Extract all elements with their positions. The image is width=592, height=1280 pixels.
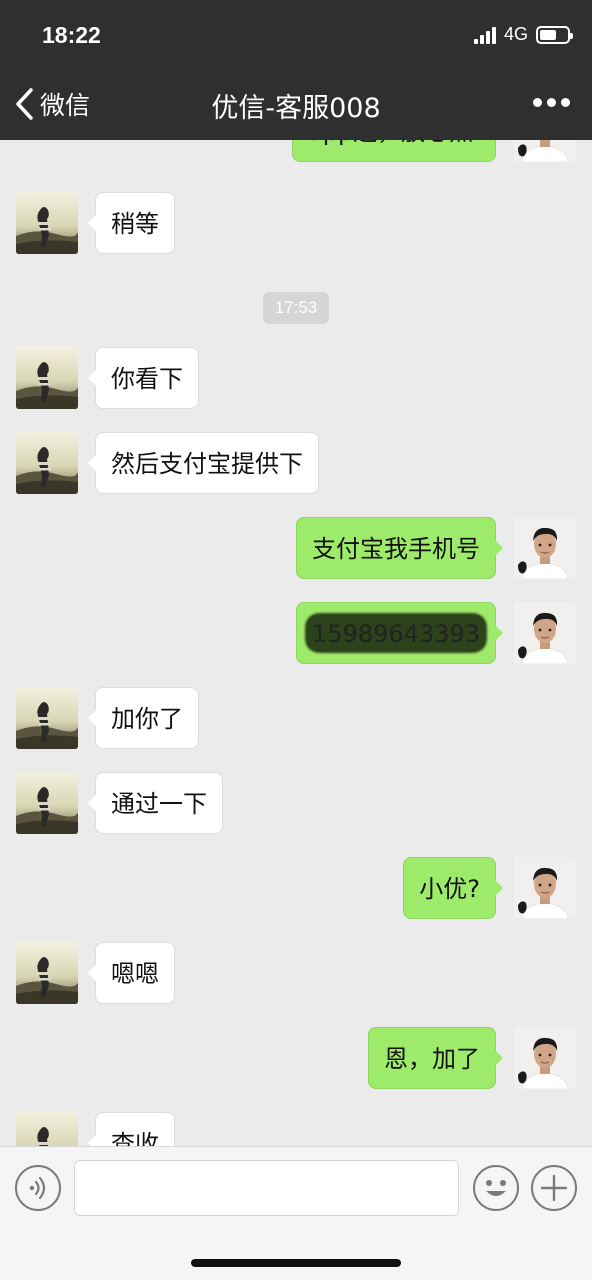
message-bubble-sent[interactable]: app连，放心点 (292, 140, 496, 162)
message-timestamp: 17:53 (263, 292, 329, 324)
person-avatar-icon (514, 1027, 576, 1089)
message-bubble-received[interactable]: 通过一下 (88, 772, 223, 834)
battery-icon (536, 25, 573, 44)
message-bubble-received[interactable]: 加你了 (88, 687, 199, 749)
message-input[interactable] (74, 1160, 459, 1216)
emoji-button[interactable] (473, 1165, 519, 1211)
redacted-phone-number: 15989643393 (312, 620, 480, 648)
status-bar: 18:22 4G (0, 0, 592, 68)
contact-avatar[interactable] (16, 192, 78, 254)
message-row: 嗯嗯 (0, 942, 592, 1004)
nav-bar: 微信 优信-客服008 (0, 68, 592, 140)
input-bar (0, 1146, 592, 1280)
dot-icon (547, 98, 556, 107)
message-bubble-sent[interactable]: 小优? (403, 857, 503, 919)
contact-avatar[interactable] (16, 687, 78, 749)
message-row: 恩，加了 (0, 1027, 592, 1089)
message-bubble-sent-redacted[interactable]: 15989643393 (296, 602, 503, 664)
landscape-avatar-icon (16, 347, 78, 409)
my-avatar[interactable] (514, 517, 576, 579)
status-time: 18:22 (42, 22, 101, 48)
my-avatar[interactable] (514, 602, 576, 664)
contact-avatar[interactable] (16, 942, 78, 1004)
message-row: app连，放心点 (0, 140, 592, 170)
chat-message-list[interactable]: app连，放心点 稍等 17:53 你看下 然后支付宝提供下 支付宝我手机号 1… (0, 140, 592, 1146)
status-indicators: 4G (473, 24, 573, 45)
signal-icon (473, 26, 498, 44)
message-row: 稍等 (0, 192, 592, 254)
contact-avatar[interactable] (16, 772, 78, 834)
message-row: 然后支付宝提供下 (0, 432, 592, 494)
message-row: 15989643393 (0, 602, 592, 664)
landscape-avatar-icon (16, 192, 78, 254)
landscape-avatar-icon (16, 1112, 78, 1146)
my-avatar[interactable] (514, 140, 576, 162)
message-bubble-received[interactable]: 嗯嗯 (88, 942, 175, 1004)
message-row: 你看下 (0, 347, 592, 409)
emoji-icon (486, 1180, 506, 1196)
contact-avatar[interactable] (16, 1112, 78, 1146)
more-options-button[interactable] (528, 98, 570, 107)
message-bubble-sent[interactable]: 恩，加了 (368, 1027, 503, 1089)
message-bubble-received[interactable]: 稍等 (88, 192, 175, 254)
battery-level (540, 29, 556, 40)
message-row: 支付宝我手机号 (0, 517, 592, 579)
landscape-avatar-icon (16, 772, 78, 834)
dot-icon (561, 98, 570, 107)
message-row: 通过一下 (0, 772, 592, 834)
landscape-avatar-icon (16, 432, 78, 494)
contact-avatar[interactable] (16, 432, 78, 494)
plus-button[interactable] (531, 1165, 577, 1211)
contact-avatar[interactable] (16, 347, 78, 409)
voice-icon (29, 1176, 46, 1200)
message-bubble-received[interactable]: 查收 (88, 1112, 175, 1146)
message-row: 加你了 (0, 687, 592, 749)
plus-icon (540, 1174, 568, 1202)
my-avatar[interactable] (514, 1027, 576, 1089)
message-row: 小优? (0, 857, 592, 919)
home-indicator[interactable] (191, 1259, 401, 1267)
person-avatar-icon (514, 602, 576, 664)
message-bubble-received[interactable]: 然后支付宝提供下 (88, 432, 319, 494)
network-label: 4G (503, 24, 528, 44)
person-avatar-icon (514, 517, 576, 579)
dot-icon (533, 98, 542, 107)
person-avatar-icon (514, 140, 576, 162)
landscape-avatar-icon (16, 942, 78, 1004)
my-avatar[interactable] (514, 857, 576, 919)
message-row: 查收 (0, 1112, 592, 1146)
message-bubble-sent[interactable]: 支付宝我手机号 (296, 517, 503, 579)
voice-button[interactable] (15, 1165, 61, 1211)
landscape-avatar-icon (16, 687, 78, 749)
person-avatar-icon (514, 857, 576, 919)
message-bubble-received[interactable]: 你看下 (88, 347, 199, 409)
chat-title: 优信-客服008 (211, 93, 381, 124)
